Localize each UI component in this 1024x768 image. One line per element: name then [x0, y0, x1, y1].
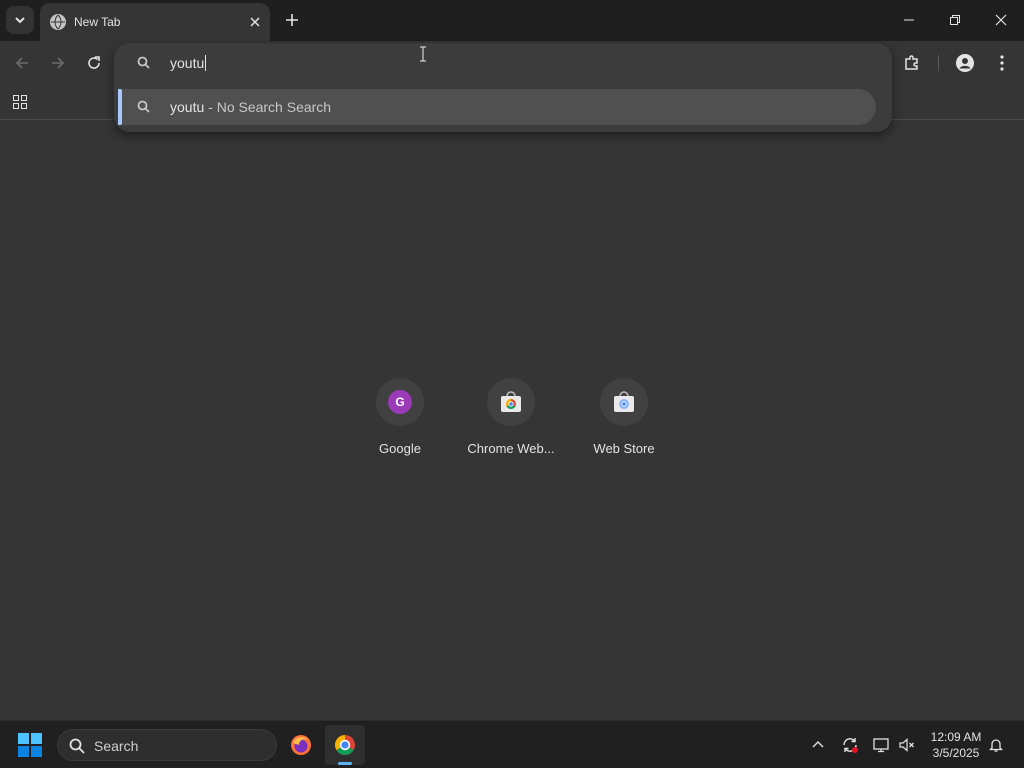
active-app-indicator: [338, 762, 352, 765]
back-button[interactable]: [8, 49, 36, 77]
speaker-muted-icon: [899, 738, 914, 752]
volume-button[interactable]: [897, 735, 917, 755]
reload-icon: [88, 56, 100, 69]
suggestion-separator: -: [204, 99, 217, 115]
shortcut-label: Google: [379, 441, 421, 456]
omnibox-dropdown: youtu youtu - No Search Search: [114, 43, 892, 132]
omnibox-suggestion[interactable]: youtu - No Search Search: [118, 89, 876, 125]
sync-status-button[interactable]: [840, 735, 860, 755]
taskbar: Search 12:09 AM 3/5/2025: [0, 720, 1024, 768]
shortcut-google[interactable]: G Google: [344, 378, 456, 468]
shortcut-icon-container: [600, 378, 648, 426]
shortcut-icon-container: G: [376, 378, 424, 426]
search-icon: [137, 100, 150, 113]
arrow-right-icon: [52, 57, 65, 69]
apps-grid-icon: [13, 95, 27, 109]
taskbar-search-label: Search: [94, 738, 139, 754]
text-caret: [205, 55, 207, 71]
tab-search-button[interactable]: [6, 6, 34, 34]
tab-title: New Tab: [74, 15, 121, 29]
toolbar-divider: [938, 55, 939, 71]
suggestion-description: No Search Search: [216, 99, 332, 115]
chrome-web-store-icon: [614, 391, 634, 412]
apps-button[interactable]: [8, 90, 32, 114]
chevron-down-icon: [15, 17, 25, 24]
tab-new-tab[interactable]: New Tab: [40, 3, 270, 41]
bell-icon: [988, 739, 1004, 752]
plus-icon: [286, 14, 298, 26]
minimize-button[interactable]: [886, 0, 932, 40]
chrome-icon: [335, 735, 355, 755]
omnibox-input[interactable]: youtu: [170, 55, 207, 71]
i-beam-cursor-icon: [420, 46, 426, 62]
shortcut-icon-container: [487, 378, 535, 426]
firefox-icon: [291, 735, 311, 755]
shortcut-label: Chrome Web...: [467, 441, 555, 456]
suggestion-query: youtu: [170, 99, 205, 115]
new-tab-button[interactable]: [280, 8, 304, 32]
chevron-up-icon: [812, 741, 824, 748]
show-hidden-icons-button[interactable]: [808, 735, 828, 755]
forward-button[interactable]: [44, 49, 72, 77]
close-icon: [250, 17, 260, 27]
suggestion-text: youtu - No Search Search: [170, 99, 331, 115]
search-icon: [69, 738, 85, 754]
taskbar-firefox[interactable]: [281, 725, 321, 765]
windows-start-icon[interactable]: [17, 732, 43, 758]
restore-button[interactable]: [932, 0, 978, 40]
globe-icon: [50, 14, 66, 30]
taskbar-chrome[interactable]: [325, 725, 365, 765]
shortcut-chrome-web-store[interactable]: Chrome Web...: [455, 378, 567, 468]
google-letter-icon: G: [388, 390, 412, 414]
restore-icon: [950, 15, 960, 25]
menu-button[interactable]: [988, 49, 1016, 77]
reload-button[interactable]: [80, 49, 108, 77]
clock-time: 12:09 AM: [930, 730, 982, 744]
system-clock[interactable]: 12:09 AM 3/5/2025: [924, 729, 988, 761]
close-window-button[interactable]: [978, 0, 1024, 40]
arrow-left-icon: [15, 57, 28, 69]
selection-indicator: [118, 89, 122, 125]
notifications-button[interactable]: [986, 735, 1006, 755]
profile-button[interactable]: [951, 49, 979, 77]
puzzle-icon: [905, 55, 918, 70]
minimize-icon: [904, 19, 914, 21]
close-icon: [995, 14, 1007, 26]
search-icon: [137, 56, 150, 69]
network-button[interactable]: [871, 735, 891, 755]
omnibox-input-value: youtu: [170, 55, 205, 71]
title-bar: New Tab: [0, 0, 1024, 41]
display-icon: [873, 738, 889, 753]
shortcut-web-store[interactable]: Web Store: [568, 378, 680, 468]
sync-icon: [843, 738, 858, 753]
profile-icon: [956, 54, 974, 72]
kebab-menu-icon: [1000, 55, 1004, 71]
close-tab-button[interactable]: [246, 13, 264, 31]
extensions-button[interactable]: [898, 49, 926, 77]
chrome-web-store-icon: [501, 391, 521, 412]
clock-date: 3/5/2025: [932, 746, 980, 760]
taskbar-search-box[interactable]: Search: [57, 729, 277, 761]
shortcut-label: Web Store: [593, 441, 655, 456]
